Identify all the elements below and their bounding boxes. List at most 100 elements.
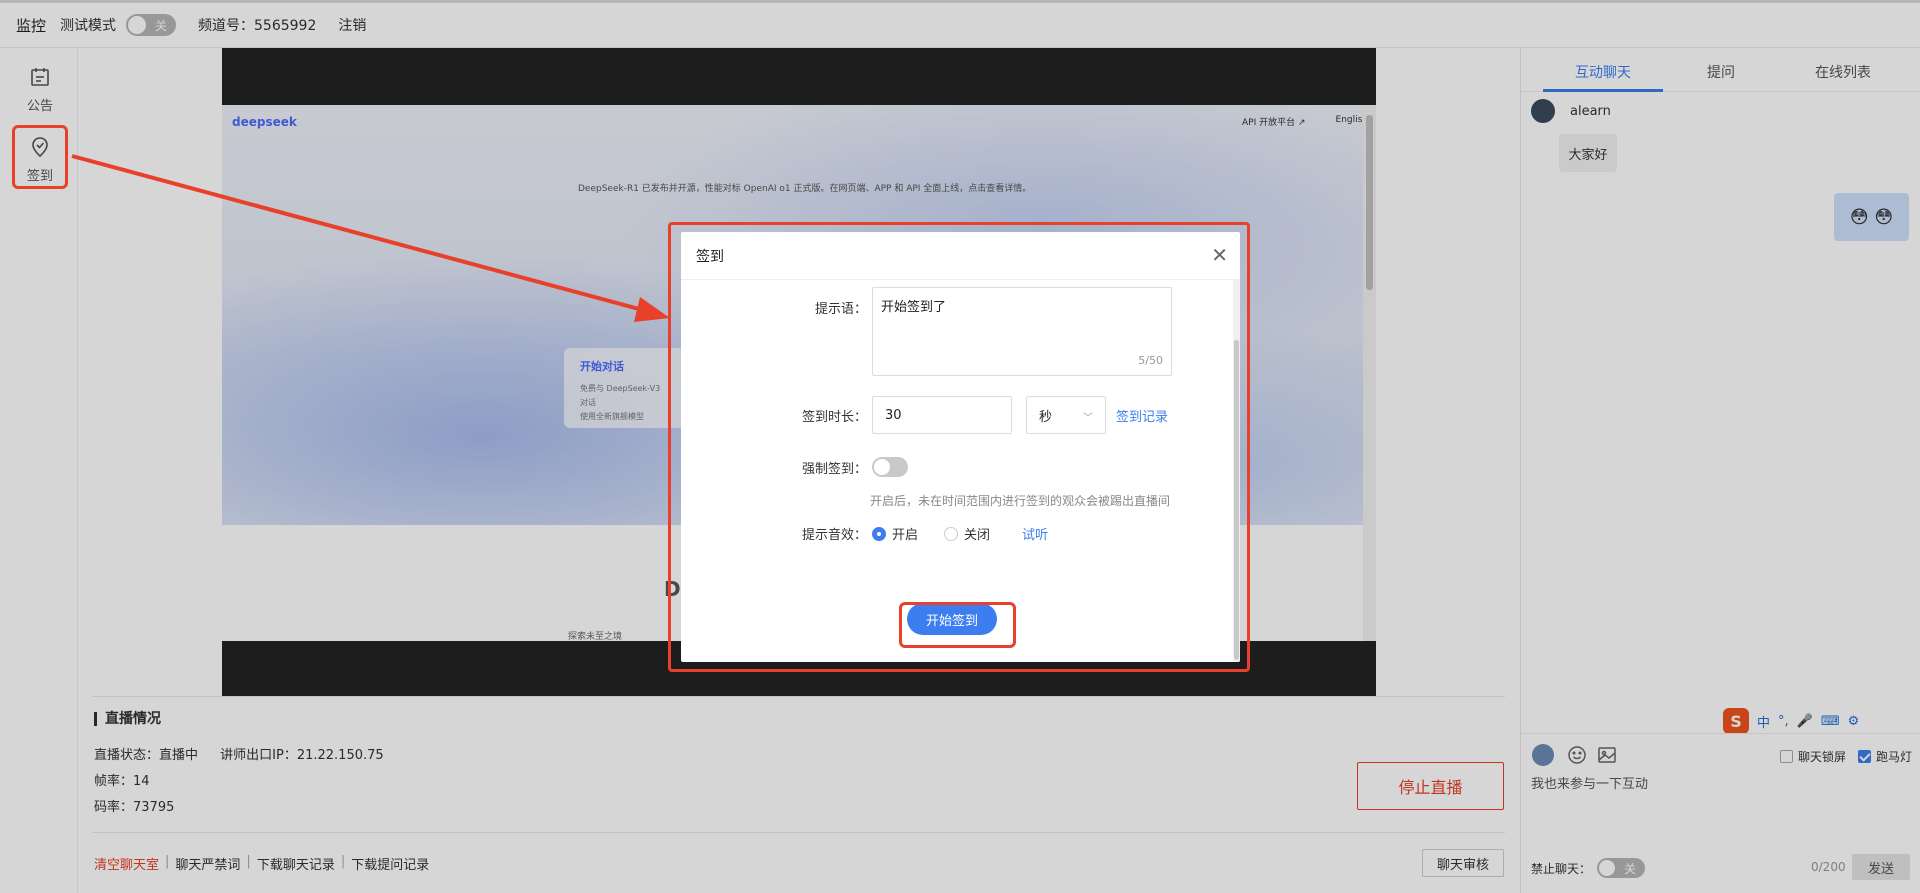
- ime-chinese-icon[interactable]: 中: [1757, 712, 1770, 731]
- nav-item-announcement[interactable]: 公告: [12, 58, 68, 120]
- logout-link[interactable]: 注销: [338, 15, 366, 35]
- status-divider-bottom: [92, 832, 1505, 833]
- prompt-value: 开始签到了: [881, 300, 947, 315]
- marquee-checkbox[interactable]: 跑马灯: [1858, 748, 1912, 765]
- chat-tabs: 互动聊天 提问 在线列表: [1521, 48, 1920, 92]
- separator: |: [340, 854, 346, 869]
- chat-username: alearn: [1570, 104, 1611, 119]
- dialog-title: 签到: [696, 248, 724, 265]
- ime-mic-icon[interactable]: 🎤: [1797, 714, 1813, 729]
- live-status-title: 直播情况: [94, 712, 161, 726]
- prompt-textarea[interactable]: 开始签到了 5/50: [872, 287, 1172, 376]
- card-title: 开始对话: [580, 360, 624, 373]
- duration-unit-select[interactable]: 秒 ﹀: [1026, 396, 1106, 434]
- card-line-1: 免费与 DeepSeek-V3 对话: [580, 384, 661, 407]
- top-bar: 监控 测试模式 关 频道号：5565992 注销: [0, 0, 1920, 48]
- dialog-scrollbar[interactable]: [1233, 280, 1240, 662]
- ime-toolbar: S 中 °, 🎤 ⌨ ⚙: [1719, 706, 1920, 736]
- chat-message: 大家好: [1559, 134, 1617, 172]
- start-chat-card: 开始对话 免费与 DeepSeek-V3 对话 使用全新旗舰模型: [564, 348, 684, 428]
- button-highlight-frame: [899, 602, 1016, 648]
- tab-interactive-chat[interactable]: 互动聊天: [1575, 62, 1631, 82]
- teacher-ip: 讲师出口IP：21.22.150.75: [220, 748, 384, 763]
- chat-emoji-message: 😳 😳: [1834, 193, 1909, 241]
- bit-rate: 码率：73795: [94, 800, 175, 815]
- screen-scrollbar: [1363, 105, 1376, 641]
- deepseek-logo: deepseek: [232, 115, 297, 129]
- emoji-icon[interactable]: [1566, 744, 1588, 766]
- force-checkin-hint: 开启后，未在时间范围内进行签到的观众会被踢出直播间: [870, 494, 1171, 508]
- chat-ban-words-link[interactable]: 聊天严禁词: [175, 854, 240, 873]
- chat-audit-button[interactable]: 聊天审核: [1422, 849, 1504, 877]
- separator: |: [246, 854, 251, 869]
- duration-input[interactable]: 30: [872, 396, 1012, 434]
- download-questions-link[interactable]: 下载提问记录: [351, 854, 429, 873]
- ime-logo-icon[interactable]: S: [1723, 708, 1749, 734]
- test-mode-label: 测试模式: [60, 18, 117, 34]
- ime-keyboard-icon[interactable]: ⌨: [1821, 714, 1840, 729]
- ban-chat-toggle[interactable]: 关: [1597, 858, 1646, 878]
- toggle-knob: [1599, 860, 1616, 876]
- checkbox-box[interactable]: [1858, 750, 1871, 763]
- avatar: [1531, 99, 1555, 123]
- radio-dot: [944, 526, 958, 541]
- prompt-char-count: 5/50: [1138, 354, 1163, 367]
- duration-label: 签到时长：: [801, 410, 867, 425]
- tab-online-list[interactable]: 在线列表: [1815, 62, 1871, 82]
- frame-rate: 帧率：14: [94, 774, 150, 789]
- ban-chat-label: 禁止聊天：: [1531, 861, 1592, 876]
- toggle-knob: [128, 16, 147, 34]
- ime-punct-icon[interactable]: °,: [1778, 714, 1789, 729]
- dialog-header: 签到 ✕: [681, 232, 1240, 280]
- chat-panel: 互动聊天 提问 在线列表: [1520, 48, 1920, 893]
- clear-chat-link[interactable]: 清空聊天室: [94, 854, 159, 873]
- test-mode-toggle[interactable]: 关: [126, 14, 177, 36]
- toggle-knob: [874, 459, 890, 475]
- radio-dot: [872, 526, 886, 541]
- prompt-label: 提示语：: [814, 302, 867, 317]
- live-state-row: 直播状态：直播中 讲师出口IP：21.22.150.75: [94, 744, 384, 763]
- api-platform-link: API 开放平台 ↗: [1242, 118, 1306, 128]
- scrollbar-thumb[interactable]: [1234, 340, 1239, 660]
- avatar: [1532, 744, 1554, 766]
- toggle-text: 关: [155, 18, 168, 33]
- char-counter: 0/200: [1811, 860, 1846, 874]
- nav-label-announcement: 公告: [26, 98, 53, 114]
- composer-input[interactable]: 我也来参与一下互动: [1531, 773, 1648, 792]
- monitor-title: 监控: [16, 16, 47, 35]
- checkbox-box[interactable]: [1780, 750, 1793, 763]
- image-icon[interactable]: [1596, 744, 1618, 766]
- sound-on-radio[interactable]: 开启: [872, 524, 918, 543]
- screen-news: DeepSeek-R1 已发布并开源，性能对标 OpenAI o1 正式版。在网…: [578, 184, 1032, 194]
- checkin-records-link[interactable]: 签到记录: [1116, 406, 1168, 425]
- tab-questions[interactable]: 提问: [1707, 62, 1735, 82]
- channel-number: 频道号：5565992: [198, 18, 317, 34]
- force-checkin-toggle[interactable]: [872, 457, 908, 477]
- active-tab-indicator: [1543, 89, 1663, 92]
- close-icon[interactable]: ✕: [1211, 245, 1228, 265]
- chat-lock-checkbox[interactable]: 聊天锁屏: [1780, 748, 1846, 765]
- composer-divider: [1521, 733, 1920, 734]
- live-console: 监控 测试模式 关 频道号：5565992 注销 公告 签到 deepseek: [0, 0, 1920, 893]
- screen-subtitle: 探索未至之境: [568, 632, 623, 641]
- sound-label: 提示音效：: [801, 528, 867, 543]
- duration-value: 30: [885, 407, 902, 423]
- download-chat-link[interactable]: 下载聊天记录: [257, 854, 335, 873]
- live-state: 直播状态：直播中: [94, 748, 199, 763]
- unit-value: 秒: [1039, 409, 1053, 425]
- stop-live-button[interactable]: 停止直播: [1357, 762, 1504, 810]
- try-listen-link[interactable]: 试听: [1022, 524, 1048, 543]
- ime-settings-icon[interactable]: ⚙: [1848, 714, 1860, 729]
- sound-off-radio[interactable]: 关闭: [944, 524, 990, 543]
- send-button[interactable]: 发送: [1852, 854, 1910, 880]
- card-line-2: 使用全新旗舰模型: [580, 412, 644, 421]
- chevron-down-icon: ﹀: [1083, 413, 1093, 424]
- sound-on-label: 开启: [892, 528, 919, 543]
- force-checkin-label: 强制签到：: [801, 462, 867, 477]
- chat-lock-label: 聊天锁屏: [1798, 750, 1847, 764]
- separator: |: [165, 854, 170, 869]
- screen-header-links: API 开放平台 ↗ English: [1242, 115, 1368, 128]
- toggle-text: 关: [1624, 861, 1637, 876]
- marquee-label: 跑马灯: [1876, 750, 1913, 764]
- status-divider-top: [92, 696, 1505, 697]
